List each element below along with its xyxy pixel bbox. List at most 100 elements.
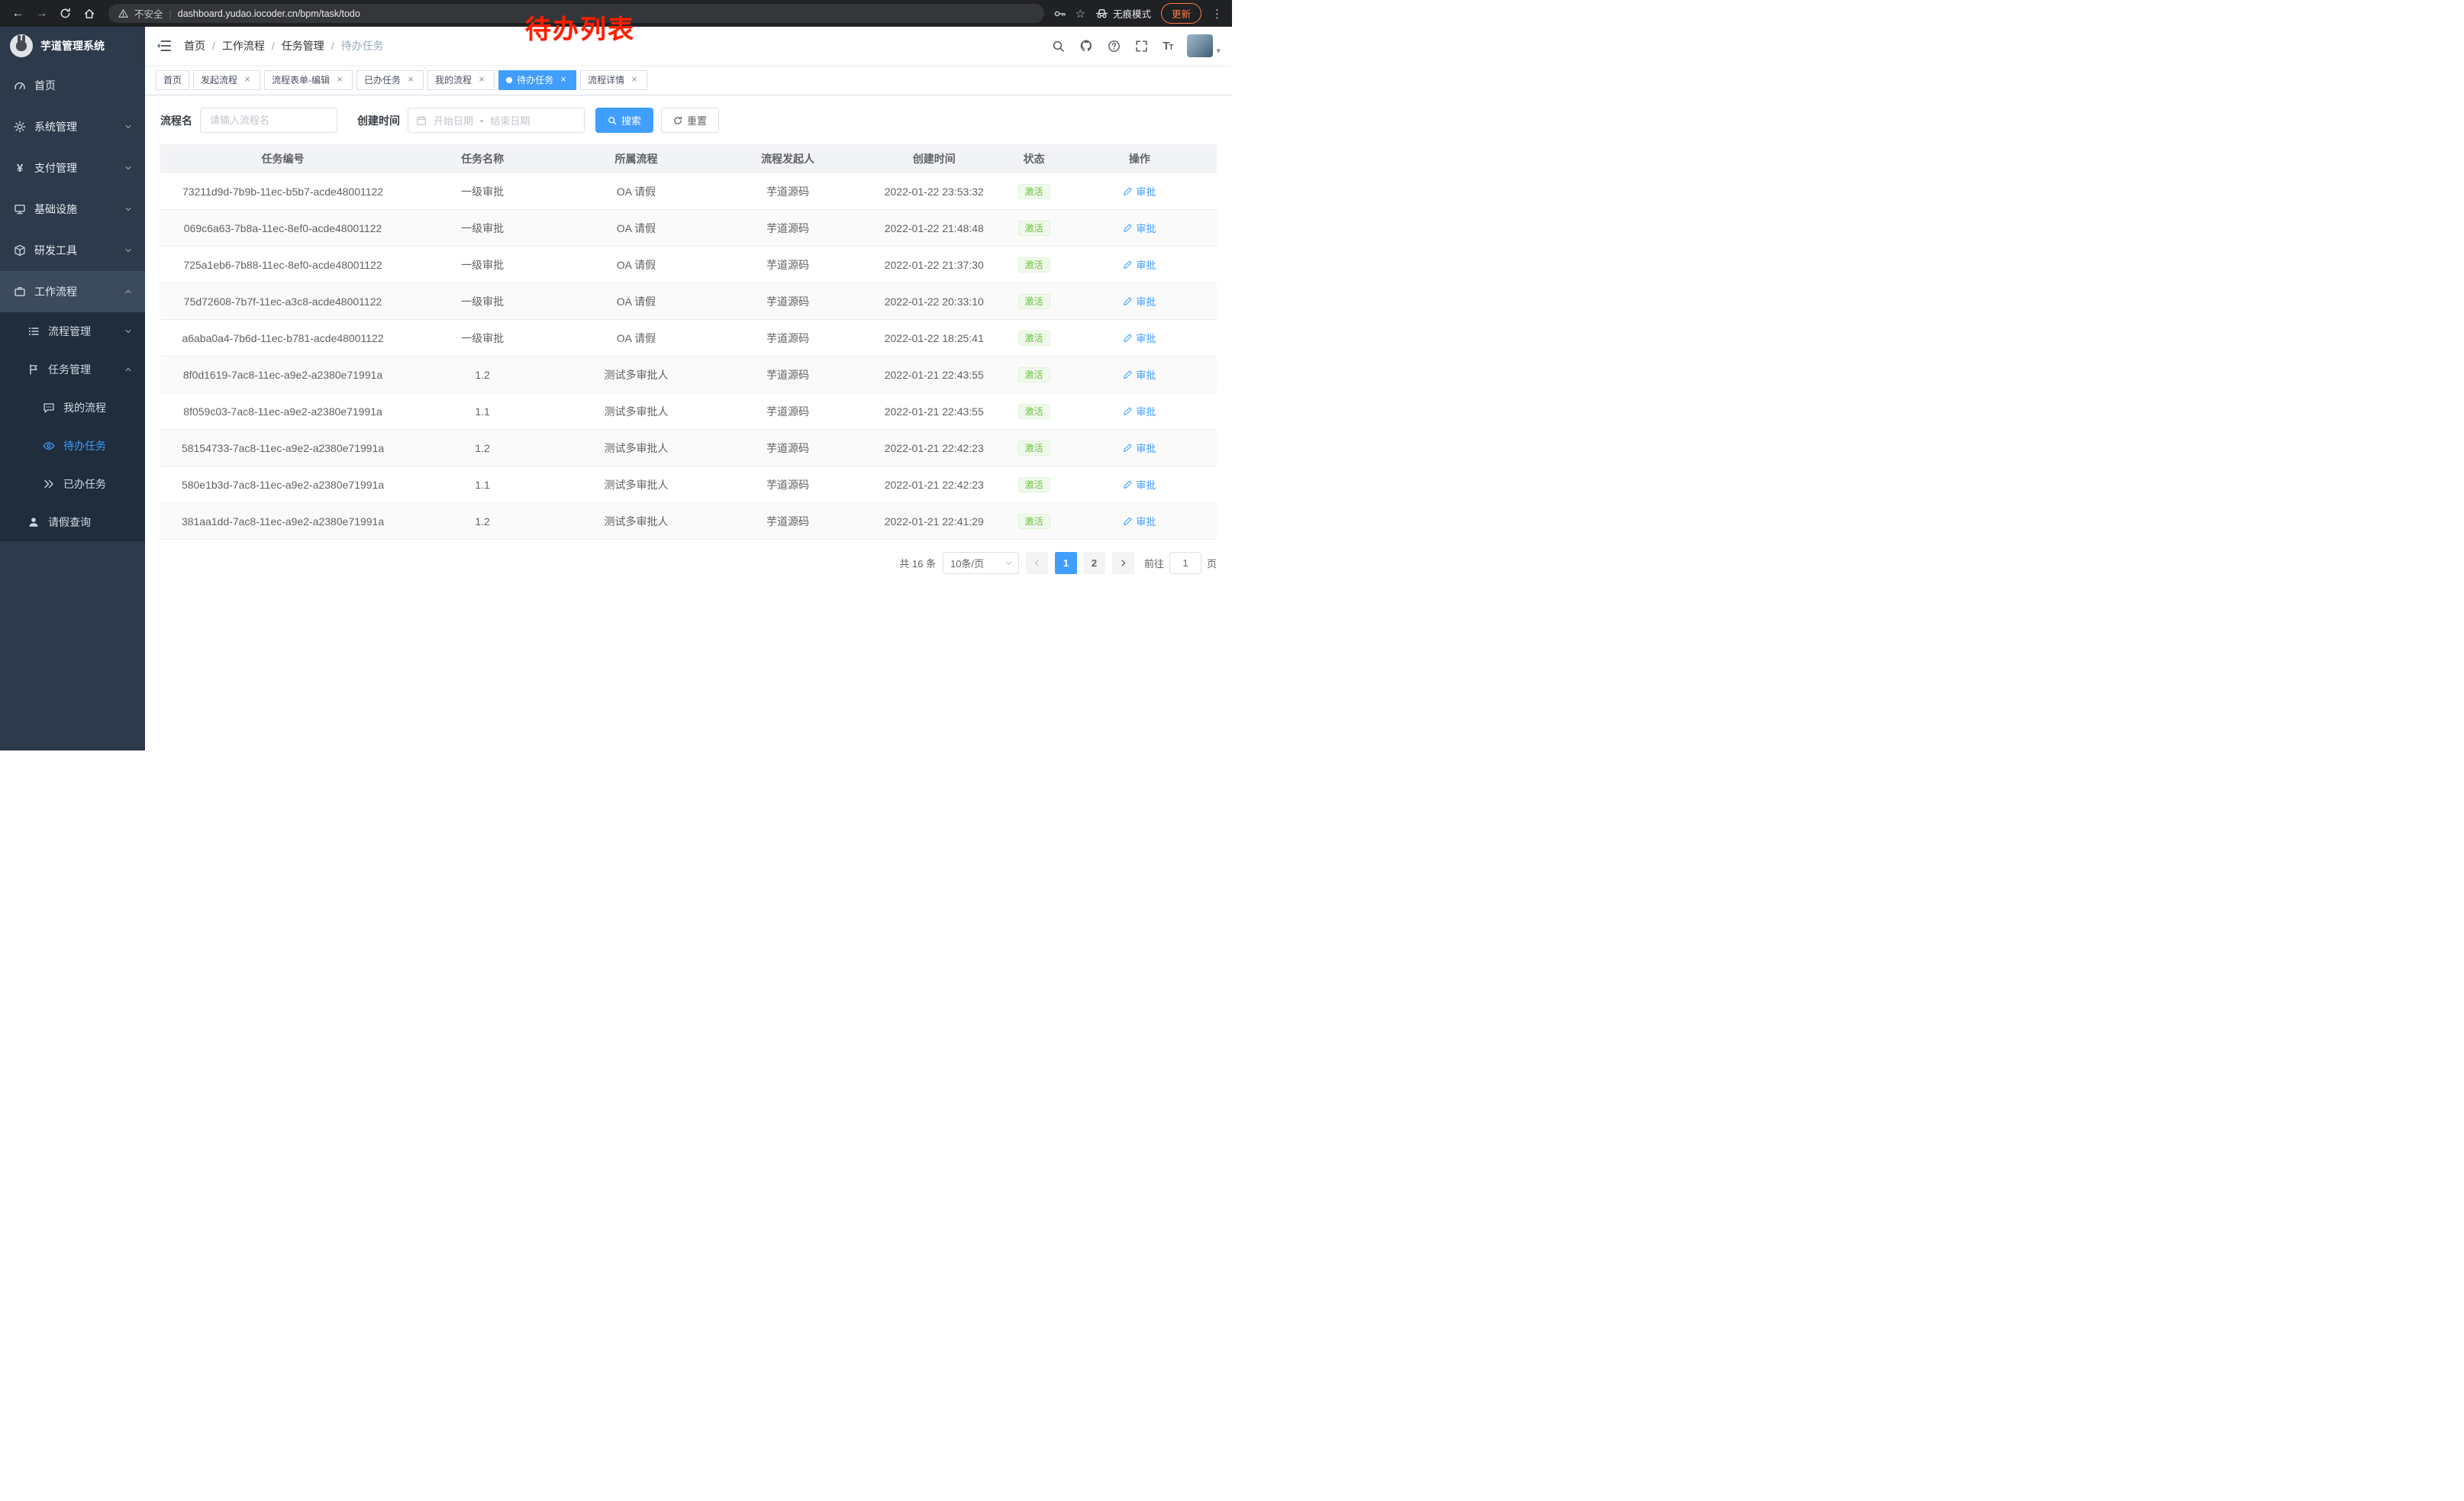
approve-link[interactable]: 审批: [1123, 184, 1156, 199]
breadcrumb-home[interactable]: 首页: [184, 38, 205, 53]
refresh-icon[interactable]: [55, 3, 76, 24]
date-range-picker[interactable]: 开始日期 - 结束日期: [408, 108, 585, 133]
sidebar-item-payment[interactable]: ¥ 支付管理: [0, 147, 145, 189]
breadcrumb-separator: /: [331, 40, 334, 52]
table-row: 725a1eb6-7b88-11ec-8ef0-acde48001122 一级审…: [160, 247, 1217, 283]
app-frame: 芋道管理系统 首页 系统管理 ¥ 支付管理: [0, 27, 1232, 750]
forward-icon[interactable]: →: [31, 3, 52, 24]
page-button-2[interactable]: 2: [1083, 552, 1105, 574]
breadcrumb-task-management[interactable]: 任务管理: [282, 38, 324, 53]
cell-initiator: 芋道源码: [713, 367, 863, 383]
status-badge: 激活: [1018, 477, 1050, 492]
cell-created-time: 2022-01-22 21:37:30: [863, 259, 1005, 271]
help-icon[interactable]: [1108, 40, 1121, 53]
tab-5[interactable]: 待办任务×: [498, 70, 576, 90]
prev-page-button[interactable]: [1026, 552, 1048, 574]
page-size-select[interactable]: 10条/页: [943, 552, 1019, 574]
breadcrumb-workflow[interactable]: 工作流程: [222, 38, 265, 53]
process-name-input[interactable]: [200, 108, 337, 133]
approve-link[interactable]: 审批: [1123, 477, 1156, 492]
next-page-button[interactable]: [1112, 552, 1134, 574]
sidebar-collapse-icon[interactable]: [156, 38, 172, 53]
tab-close-icon[interactable]: ×: [405, 75, 416, 86]
pagination-pages: 12: [1055, 552, 1105, 574]
page-button-1[interactable]: 1: [1055, 552, 1077, 574]
sidebar-item-dev-tools[interactable]: 研发工具: [0, 230, 145, 271]
sidebar-item-leave-query[interactable]: 请假查询: [0, 503, 145, 541]
person-icon: [27, 516, 40, 528]
table-row: 8f0d1619-7ac8-11ec-a9e2-a2380e71991a 1.2…: [160, 357, 1217, 393]
security-label[interactable]: 不安全: [134, 6, 163, 21]
fullscreen-icon[interactable]: [1135, 40, 1148, 53]
cell-task-name: 1.2: [405, 515, 560, 528]
approve-link[interactable]: 审批: [1123, 257, 1156, 272]
sidebar-item-done-tasks[interactable]: 已办任务: [0, 465, 145, 503]
bookmark-star-icon[interactable]: ☆: [1076, 7, 1085, 21]
sidebar-item-label: 系统管理: [34, 119, 77, 134]
tab-close-icon[interactable]: ×: [242, 75, 253, 86]
range-separator: -: [480, 115, 483, 126]
tab-4[interactable]: 我的流程×: [427, 70, 495, 90]
sidebar-item-my-processes[interactable]: 我的流程: [0, 389, 145, 427]
cell-task-name: 一级审批: [405, 294, 560, 309]
task-table: 任务编号 任务名称 所属流程 流程发起人 创建时间 状态 操作 73211d9d…: [160, 144, 1217, 540]
sidebar-item-workflow[interactable]: 工作流程: [0, 271, 145, 312]
sidebar-item-task-management[interactable]: 任务管理: [0, 350, 145, 389]
address-bar[interactable]: 不安全 | dashboard.yudao.iocoder.cn/bpm/tas…: [108, 4, 1044, 23]
key-icon[interactable]: [1053, 8, 1066, 20]
navbar-actions: TT ▾: [1052, 34, 1221, 57]
sidebar-item-todo-tasks[interactable]: 待办任务: [0, 427, 145, 465]
tab-6[interactable]: 流程详情×: [580, 70, 647, 90]
reset-button[interactable]: 重置: [661, 108, 719, 133]
approve-link[interactable]: 审批: [1123, 294, 1156, 308]
sidebar-item-label: 流程管理: [48, 324, 91, 339]
approve-link[interactable]: 审批: [1123, 404, 1156, 418]
sidebar-item-system[interactable]: 系统管理: [0, 106, 145, 147]
sidebar-item-process-management[interactable]: 流程管理: [0, 312, 145, 350]
avatar[interactable]: [1187, 34, 1213, 57]
tab-1[interactable]: 发起流程×: [193, 70, 260, 90]
cell-process: 测试多审批人: [560, 404, 713, 419]
search-button[interactable]: 搜索: [595, 108, 653, 133]
cell-task-name: 1.1: [405, 405, 560, 418]
approve-label: 审批: [1136, 294, 1156, 308]
sidebar-item-infrastructure[interactable]: 基础设施: [0, 189, 145, 230]
end-date-placeholder: 结束日期: [490, 113, 530, 128]
table-row: 069c6a63-7b8a-11ec-8ef0-acde48001122 一级审…: [160, 210, 1217, 247]
home-icon[interactable]: [79, 3, 99, 24]
url-text[interactable]: dashboard.yudao.iocoder.cn/bpm/task/todo: [178, 8, 360, 19]
cell-task-id: 381aa1dd-7ac8-11ec-a9e2-a2380e71991a: [160, 515, 405, 528]
github-icon[interactable]: [1079, 39, 1093, 53]
cell-task-name: 一级审批: [405, 257, 560, 273]
tab-0[interactable]: 首页: [156, 70, 189, 90]
approve-link[interactable]: 审批: [1123, 367, 1156, 382]
user-menu[interactable]: ▾: [1187, 34, 1221, 57]
chevron-down-icon: [124, 327, 133, 336]
tab-2[interactable]: 流程表单-编辑×: [264, 70, 353, 90]
sidebar-item-home[interactable]: 首页: [0, 65, 145, 106]
search-icon[interactable]: [1052, 40, 1065, 53]
goto-page-input[interactable]: [1169, 552, 1201, 574]
app-logo[interactable]: 芋道管理系统: [0, 27, 145, 65]
approve-link[interactable]: 审批: [1123, 331, 1156, 345]
not-secure-warning-icon[interactable]: [118, 8, 128, 18]
font-size-icon[interactable]: TT: [1163, 40, 1172, 53]
url-divider: |: [169, 8, 172, 19]
approve-link[interactable]: 审批: [1123, 514, 1156, 528]
tab-close-icon[interactable]: ×: [476, 75, 487, 86]
back-icon[interactable]: ←: [8, 3, 28, 24]
browser-update-button[interactable]: 更新: [1161, 3, 1201, 24]
browser-menu-icon[interactable]: ⋮: [1211, 7, 1223, 21]
tab-close-icon[interactable]: ×: [558, 75, 569, 86]
approve-link[interactable]: 审批: [1123, 441, 1156, 455]
approve-link[interactable]: 审批: [1123, 221, 1156, 235]
table-row: 58154733-7ac8-11ec-a9e2-a2380e71991a 1.2…: [160, 430, 1217, 466]
tab-3[interactable]: 已办任务×: [356, 70, 424, 90]
tab-bar: 首页发起流程×流程表单-编辑×已办任务×我的流程×待办任务×流程详情×: [145, 65, 1232, 95]
tab-close-icon[interactable]: ×: [629, 75, 640, 86]
sidebar-item-label: 工作流程: [34, 284, 77, 299]
cell-process: 测试多审批人: [560, 514, 713, 529]
tab-close-icon[interactable]: ×: [334, 75, 345, 86]
cell-initiator: 芋道源码: [713, 294, 863, 309]
calendar-icon: [416, 115, 427, 126]
